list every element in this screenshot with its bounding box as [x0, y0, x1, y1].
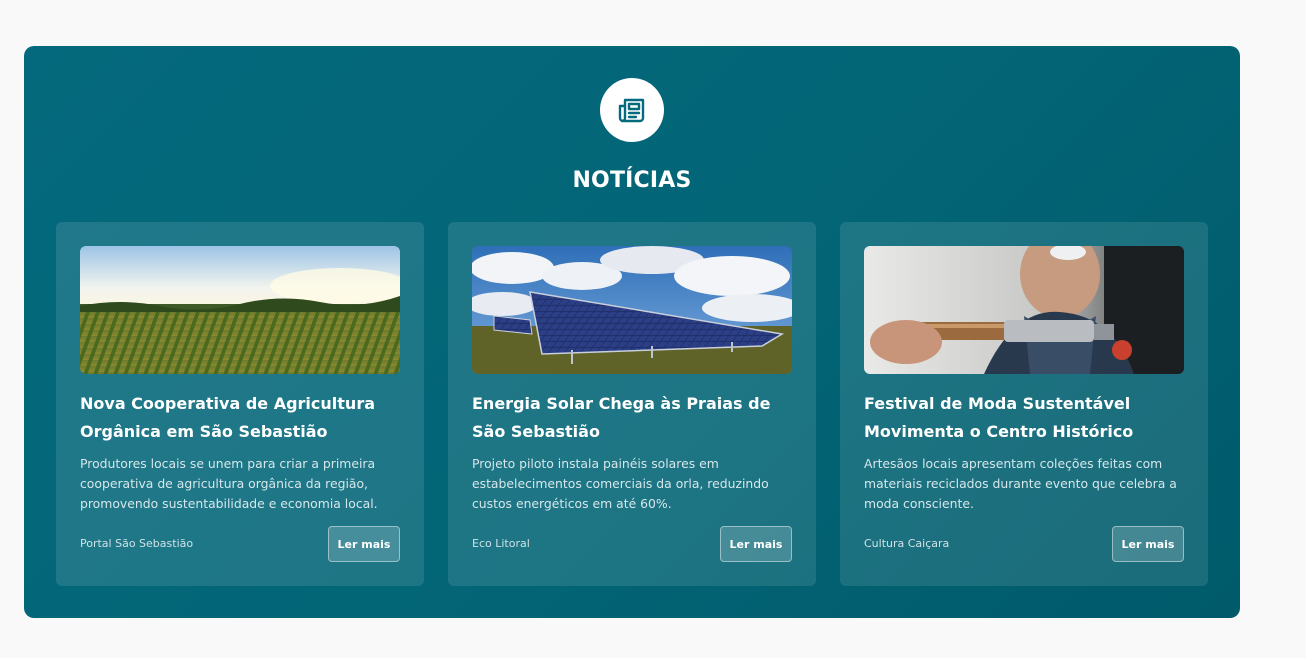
- news-title: Energia Solar Chega às Praias de São Seb…: [472, 394, 771, 441]
- news-section: NOTÍCIAS Nova Cooperativa de Agricultura…: [24, 46, 1240, 618]
- news-source: Cultura Caiçara: [864, 537, 950, 550]
- news-card: Festival de Moda Sustentável Movimenta o…: [840, 222, 1208, 586]
- news-card: Energia Solar Chega às Praias de São Seb…: [448, 222, 816, 586]
- news-summary: Projeto piloto instala painéis solares e…: [472, 456, 769, 511]
- read-more-button[interactable]: Ler mais: [1112, 526, 1184, 562]
- section-title: NOTÍCIAS: [572, 168, 692, 193]
- read-more-button[interactable]: Ler mais: [328, 526, 400, 562]
- news-summary: Artesãos locais apresentam coleções feit…: [864, 456, 1177, 511]
- farm-field-image: [80, 246, 400, 374]
- news-card: Nova Cooperativa de Agricultura Orgânica…: [56, 222, 424, 586]
- newspaper-icon: [618, 98, 645, 123]
- newspaper-badge: [600, 78, 664, 142]
- read-more-button[interactable]: Ler mais: [720, 526, 792, 562]
- news-source: Portal São Sebastião: [80, 537, 194, 550]
- news-summary: Produtores locais se unem para criar a p…: [80, 456, 378, 511]
- news-source: Eco Litoral: [472, 537, 530, 550]
- news-title: Nova Cooperativa de Agricultura Orgânica…: [80, 394, 375, 441]
- solar-panels-image: [472, 246, 792, 374]
- news-title: Festival de Moda Sustentável Movimenta o…: [864, 394, 1134, 441]
- artisan-craft-image: [864, 246, 1184, 374]
